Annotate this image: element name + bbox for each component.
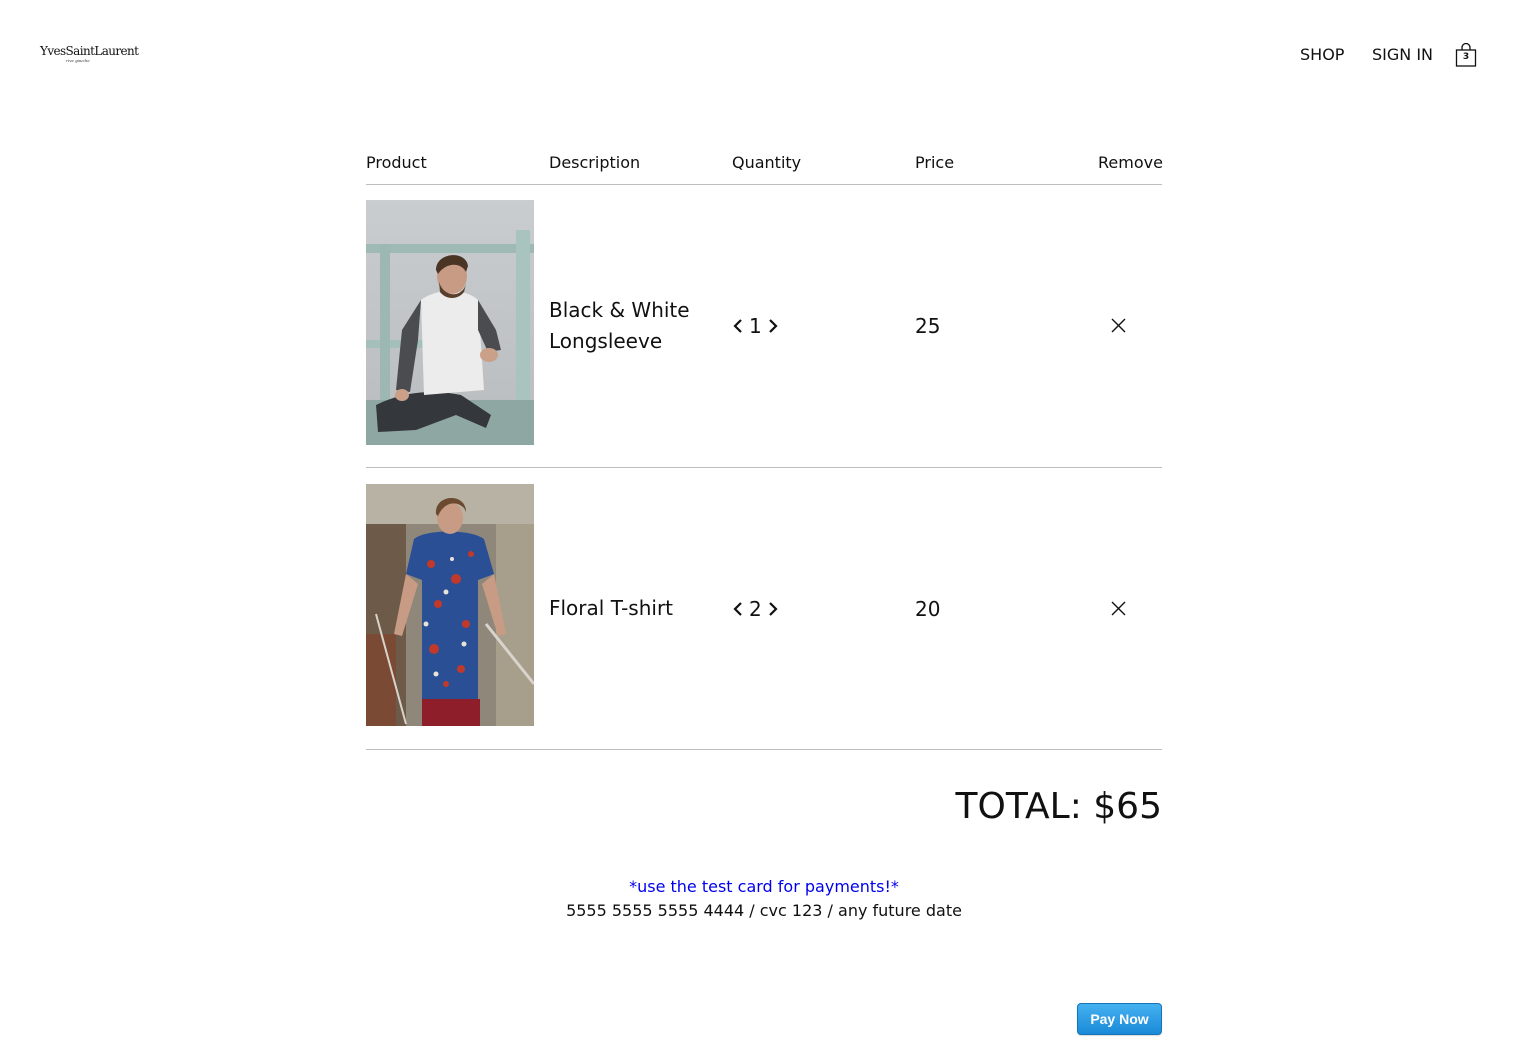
decrease-quantity-button[interactable] bbox=[732, 599, 744, 619]
column-header-price: Price bbox=[915, 153, 955, 172]
quantity-value: 2 bbox=[749, 597, 762, 621]
chevron-left-icon bbox=[733, 602, 742, 616]
column-header-description: Description bbox=[549, 153, 641, 172]
table-header-divider bbox=[366, 184, 1162, 185]
increase-quantity-button[interactable] bbox=[767, 599, 779, 619]
column-header-remove: Remove bbox=[1098, 153, 1163, 172]
close-icon bbox=[1111, 318, 1126, 333]
row-divider bbox=[366, 749, 1162, 750]
chevron-right-icon bbox=[768, 319, 778, 333]
chevron-right-icon bbox=[768, 602, 778, 616]
product-image bbox=[366, 484, 534, 726]
quantity-stepper: 2 bbox=[732, 594, 779, 624]
quantity-value: 1 bbox=[749, 314, 762, 338]
pay-now-button[interactable]: Pay Now bbox=[1077, 1003, 1162, 1035]
cart-button[interactable]: 3 bbox=[1455, 43, 1477, 67]
column-header-product: Product bbox=[366, 153, 427, 172]
nav-sign-in-link[interactable]: SIGN IN bbox=[1372, 44, 1433, 66]
test-card-note: *use the test card for payments!* bbox=[629, 877, 899, 896]
remove-item-button[interactable] bbox=[1110, 600, 1127, 617]
increase-quantity-button[interactable] bbox=[767, 316, 779, 336]
chevron-left-icon bbox=[733, 319, 742, 333]
product-price: 20 bbox=[915, 597, 941, 621]
close-icon bbox=[1111, 601, 1126, 616]
brand-logo-subtitle: rive gauche bbox=[66, 58, 90, 63]
remove-item-button[interactable] bbox=[1110, 317, 1127, 334]
brand-logo[interactable]: YvesSaintLaurent bbox=[40, 44, 139, 58]
cart-count-badge: 3 bbox=[1462, 52, 1470, 62]
product-description: Black & White Longsleeve bbox=[549, 298, 690, 353]
row-divider bbox=[366, 467, 1162, 468]
site-header: YvesSaintLaurent rive gauche SHOP SIGN I… bbox=[0, 0, 1528, 110]
column-header-quantity: Quantity bbox=[732, 153, 802, 172]
test-card-details: 5555 5555 5555 4444 / cvc 123 / any futu… bbox=[566, 901, 962, 920]
nav-shop-link[interactable]: SHOP bbox=[1300, 44, 1344, 66]
decrease-quantity-button[interactable] bbox=[732, 316, 744, 336]
product-description: Floral T-shirt bbox=[549, 596, 674, 620]
product-image bbox=[366, 200, 534, 445]
quantity-stepper: 1 bbox=[732, 311, 779, 341]
cart-total: TOTAL: $65 bbox=[955, 786, 1163, 827]
product-price: 25 bbox=[915, 314, 941, 338]
